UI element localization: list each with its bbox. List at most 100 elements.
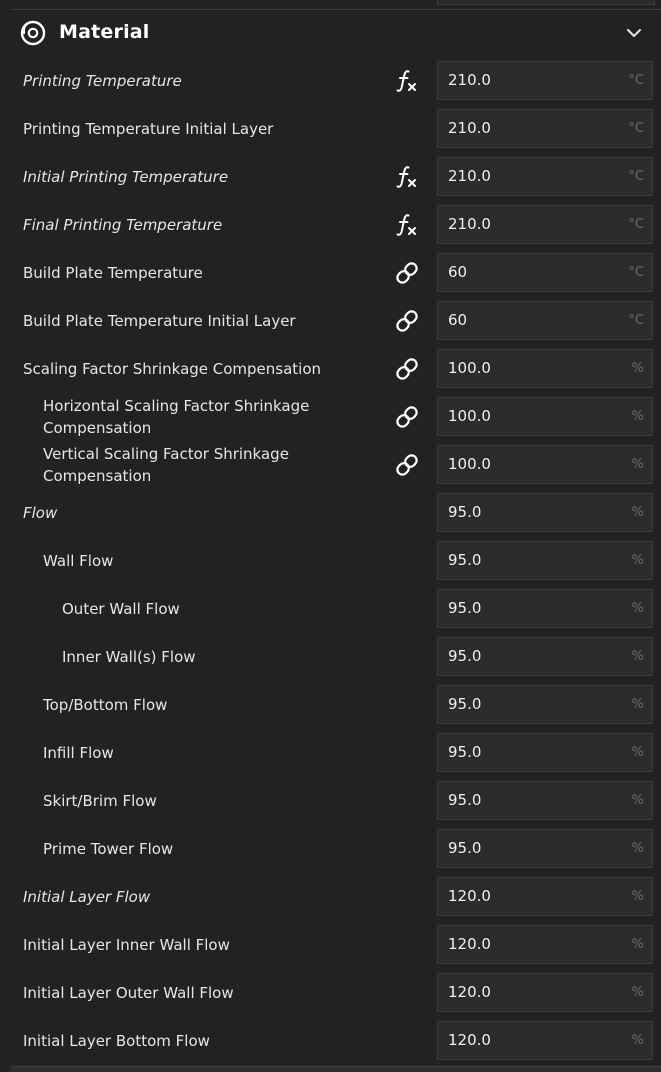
setting-value-field[interactable]: 100.0% [437,349,653,388]
chevron-down-icon[interactable] [625,25,643,39]
setting-unit: % [631,1033,644,1048]
setting-row: Initial Layer Inner Wall Flow 120.0% [0,921,661,969]
setting-value[interactable]: 95.0 [448,542,481,579]
setting-row: Horizontal Scaling Factor Shrinkage Comp… [0,393,661,441]
link-icon[interactable] [393,307,421,335]
setting-unit: °C [628,169,644,184]
setting-value[interactable]: 95.0 [448,782,481,819]
setting-label: Inner Wall(s) Flow [62,648,196,666]
setting-label: Initial Layer Flow [23,888,151,906]
setting-value-field[interactable]: 210.0 °C [437,109,653,148]
setting-label: Scaling Factor Shrinkage Compensation [23,360,322,378]
setting-value[interactable]: 95.0 [448,686,481,723]
setting-value-field[interactable]: 120.0% [437,877,653,916]
setting-value[interactable]: 95.0 [448,734,481,771]
setting-value-field[interactable]: 95.0% [437,829,653,868]
function-icon[interactable] [393,211,421,239]
setting-row: Scaling Factor Shrinkage Compensation 100… [0,345,661,393]
setting-row: Initial Layer Outer Wall Flow 120.0% [0,969,661,1017]
setting-label: Horizontal Scaling Factor Shrinkage Comp… [43,397,310,437]
setting-value[interactable]: 100.0 [448,350,491,387]
setting-value-field[interactable]: 210.0 °C [437,205,653,244]
setting-unit: % [631,697,644,712]
setting-unit: °C [628,217,644,232]
setting-value-field[interactable]: 120.0% [437,925,653,964]
setting-unit: °C [628,121,644,136]
function-icon[interactable] [393,67,421,95]
setting-value-field[interactable]: 95.0% [437,637,653,676]
setting-value-field[interactable]: 95.0% [437,493,653,532]
setting-label: Printing Temperature Initial Layer [23,120,274,138]
setting-value[interactable]: 95.0 [448,494,481,531]
setting-row: Printing Temperature 210.0 °C [0,57,661,105]
setting-label: Printing Temperature [23,72,182,90]
setting-label: Build Plate Temperature [23,264,203,282]
setting-unit: % [631,553,644,568]
setting-value[interactable]: 210.0 [448,158,491,195]
setting-row: Infill Flow 95.0% [0,729,661,777]
setting-label: Build Plate Temperature Initial Layer [23,312,296,330]
setting-unit: % [631,889,644,904]
setting-value-field[interactable]: 95.0% [437,685,653,724]
setting-unit: % [631,937,644,952]
setting-label: Top/Bottom Flow [43,696,168,714]
setting-unit: % [631,745,644,760]
setting-label: Prime Tower Flow [43,840,174,858]
setting-value-field[interactable]: 100.0% [437,397,653,436]
material-section-header[interactable]: Material [0,10,661,56]
section-title: Material [59,21,150,43]
setting-value-field[interactable]: 100.0% [437,445,653,484]
setting-unit: °C [628,73,644,88]
setting-unit: % [631,409,644,424]
setting-row: Initial Layer Bottom Flow 120.0% [0,1017,661,1065]
setting-unit: % [631,841,644,856]
setting-label: Wall Flow [43,552,114,570]
setting-value-field[interactable]: 210.0 °C [437,157,653,196]
setting-value[interactable]: 95.0 [448,830,481,867]
setting-value[interactable]: 95.0 [448,590,481,627]
setting-label: Skirt/Brim Flow [43,792,157,810]
link-icon[interactable] [393,355,421,383]
setting-row: Inner Wall(s) Flow 95.0% [0,633,661,681]
setting-unit: % [631,601,644,616]
setting-value[interactable]: 100.0 [448,446,491,483]
setting-value-field[interactable]: 95.0% [437,541,653,580]
setting-label: Initial Layer Outer Wall Flow [23,984,234,1002]
previous-setting-field[interactable] [437,0,655,5]
setting-value-field[interactable]: 120.0% [437,1021,653,1060]
setting-unit: °C [628,265,644,280]
setting-unit: % [631,361,644,376]
setting-value[interactable]: 60 [448,302,467,339]
setting-unit: °C [628,313,644,328]
setting-row: Wall Flow 95.0% [0,537,661,585]
setting-value-field[interactable]: 120.0% [437,973,653,1012]
setting-value-field[interactable]: 210.0 °C [437,61,653,100]
setting-unit: % [631,505,644,520]
link-icon[interactable] [393,259,421,287]
link-icon[interactable] [393,451,421,479]
setting-row: Vertical Scaling Factor Shrinkage Compen… [0,441,661,489]
setting-value[interactable]: 210.0 [448,62,491,99]
setting-value[interactable]: 100.0 [448,398,491,435]
setting-value[interactable]: 120.0 [448,878,491,915]
setting-value-field[interactable]: 60 °C [437,253,653,292]
setting-value[interactable]: 120.0 [448,1022,491,1059]
function-icon[interactable] [393,163,421,191]
setting-row: Outer Wall Flow 95.0% [0,585,661,633]
setting-value-field[interactable]: 95.0% [437,781,653,820]
setting-label: Final Printing Temperature [23,216,223,234]
setting-value[interactable]: 120.0 [448,974,491,1011]
setting-value-field[interactable]: 60 °C [437,301,653,340]
previous-section-edge [0,0,661,10]
setting-value-field[interactable]: 95.0% [437,733,653,772]
link-icon[interactable] [393,403,421,431]
spool-icon [20,20,46,46]
setting-value[interactable]: 210.0 [448,110,491,147]
setting-value-field[interactable]: 95.0% [437,589,653,628]
setting-value[interactable]: 95.0 [448,638,481,675]
setting-value[interactable]: 60 [448,254,467,291]
setting-value[interactable]: 210.0 [448,206,491,243]
setting-value[interactable]: 120.0 [448,926,491,963]
setting-row: Initial Layer Flow 120.0% [0,873,661,921]
setting-label: Flow [23,504,58,522]
